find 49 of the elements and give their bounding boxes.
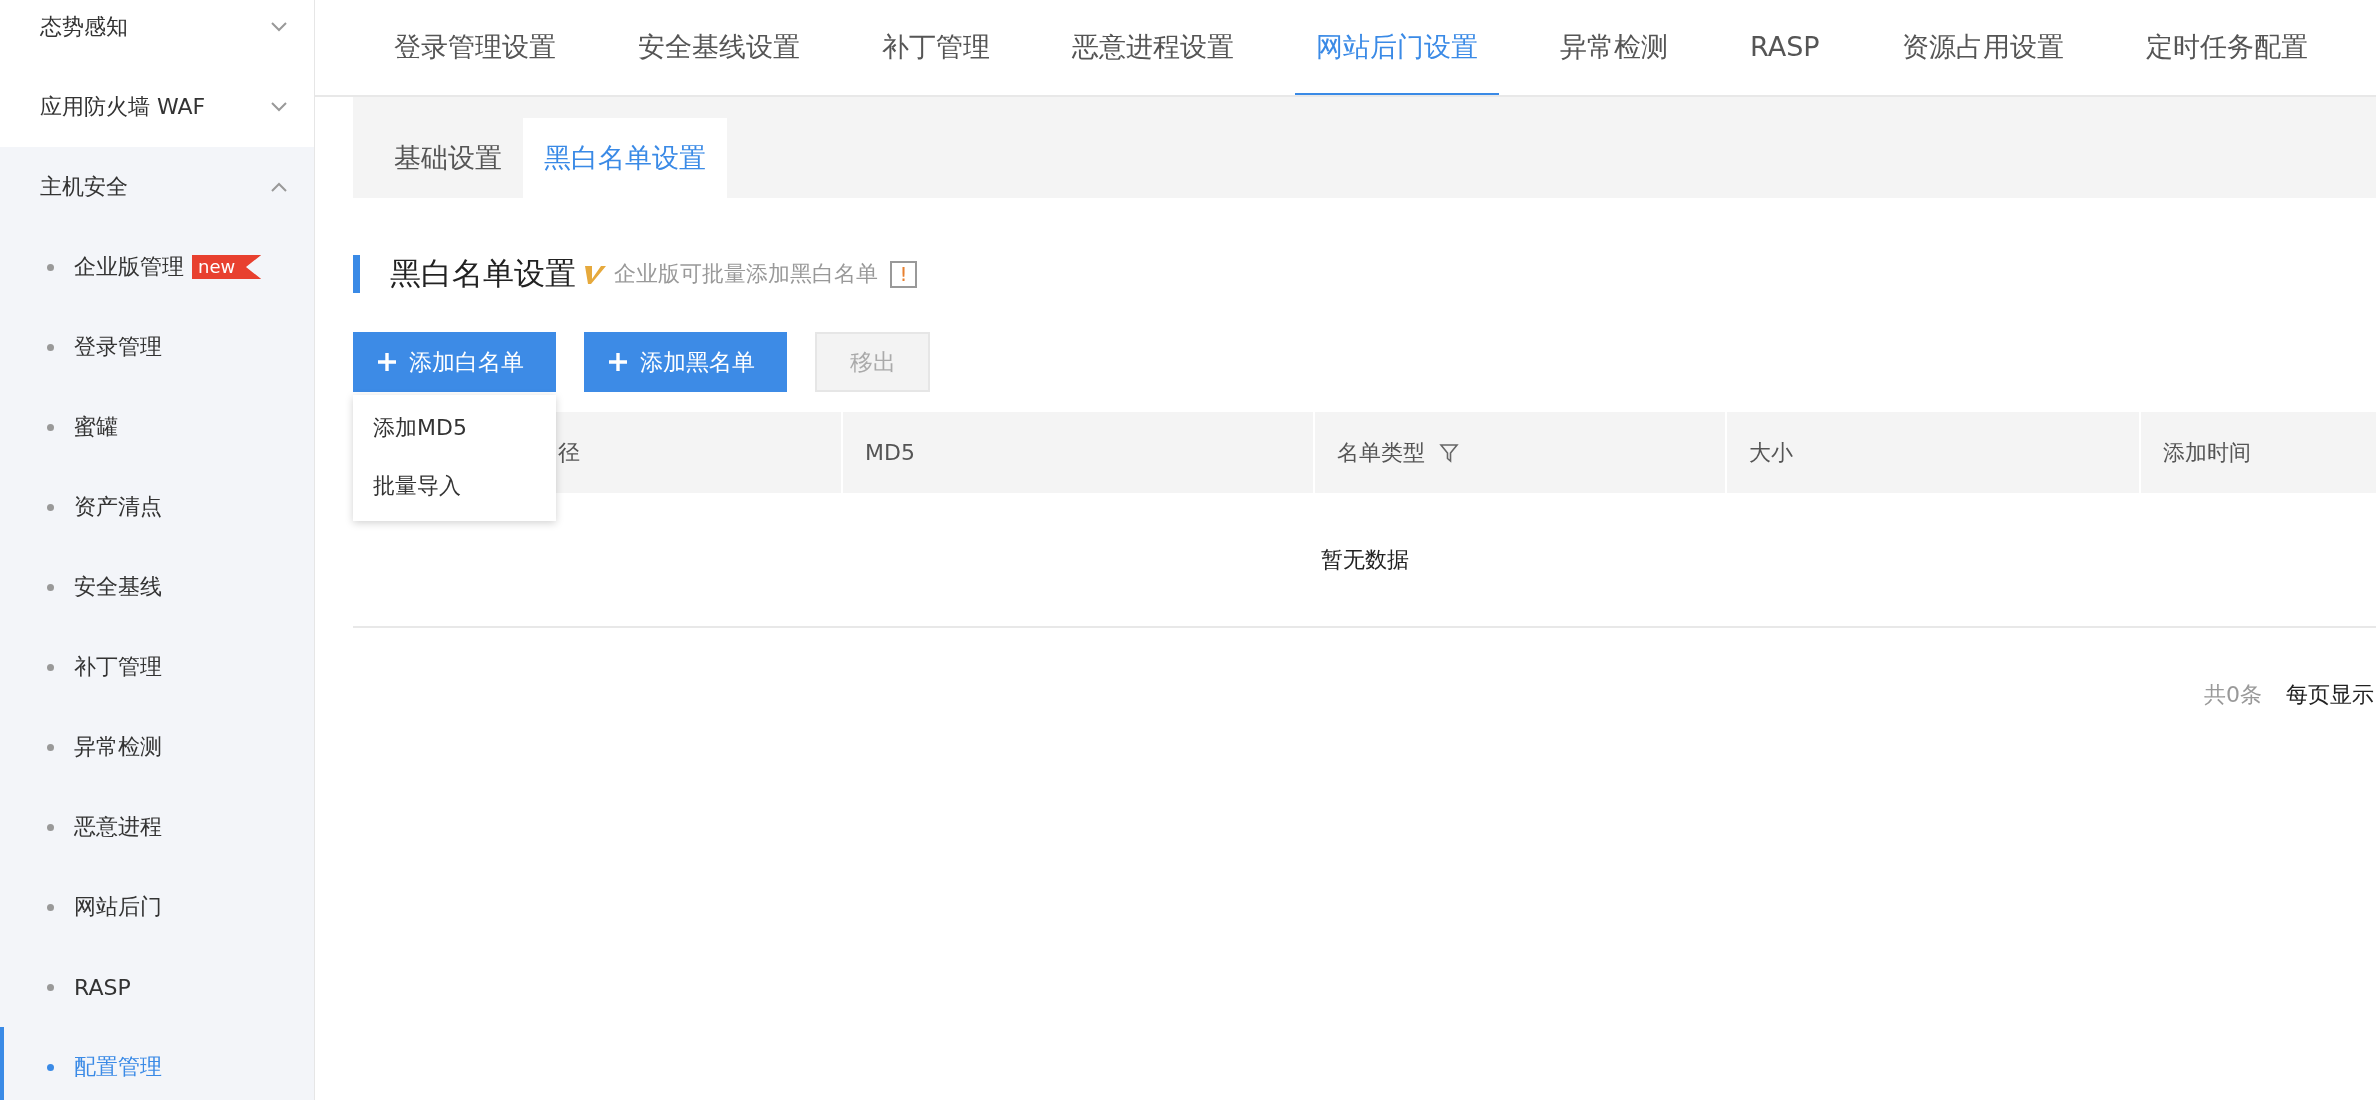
bullet-dot: [47, 1063, 54, 1071]
menu-item[interactable]: 蜜罐: [0, 387, 314, 467]
menu-item[interactable]: 异常检测: [0, 707, 314, 787]
tab[interactable]: 恶意进程设置: [1051, 0, 1255, 95]
column-header: 名单类型: [1315, 412, 1727, 493]
filter-icon[interactable]: [1439, 442, 1459, 463]
plus-icon: [377, 352, 397, 372]
bullet-dot: [47, 663, 54, 671]
bullet-dot: [47, 423, 54, 431]
column-header: 添加时间: [2162, 438, 2252, 467]
column-header: 大小: [1727, 412, 2141, 493]
tab[interactable]: 补丁管理: [861, 0, 1011, 95]
menu-item[interactable]: 企业版管理 new: [0, 227, 314, 307]
new-badge: new: [192, 255, 262, 279]
section-note: 企业版可批量添加黑白名单: [614, 260, 878, 288]
bullet-dot: [47, 743, 54, 751]
total-count: 共0条: [2204, 681, 2262, 709]
bullet-dot: [47, 343, 54, 351]
column-header: MD5: [843, 412, 1315, 493]
menu-item[interactable]: 恶意进程: [0, 787, 314, 867]
bullet-dot: [47, 583, 54, 591]
menu-item[interactable]: 补丁管理: [0, 627, 314, 707]
menu-item[interactable]: 登录管理: [0, 307, 314, 387]
chevron-down-icon: [270, 101, 288, 113]
menu-item[interactable]: RASP: [0, 947, 314, 1027]
plus-icon: [608, 352, 628, 372]
tab[interactable]: 资源占用设置: [1880, 0, 2085, 95]
accent-bar: [353, 255, 360, 293]
bullet-dot: [47, 503, 54, 511]
bullet-dot: [47, 983, 54, 991]
tab[interactable]: 安全基线设置: [617, 0, 821, 95]
warning-mark: !: [890, 260, 917, 288]
menu-item[interactable]: 网站后门: [0, 867, 314, 947]
chevron-down-icon: [270, 21, 288, 33]
menu-item[interactable]: 资产清点: [0, 467, 314, 547]
tab[interactable]: 基础设置: [373, 118, 523, 198]
empty-text: 暂无数据: [1320, 545, 1409, 574]
chevron-up-icon: [270, 181, 288, 193]
tab[interactable]: 登录管理设置: [373, 0, 577, 95]
tab[interactable]: 黑白名单设置: [523, 118, 727, 198]
tab[interactable]: 定时任务配置: [2124, 0, 2329, 95]
bullet-dot: [47, 263, 54, 271]
tab[interactable]: RASP: [1729, 0, 1841, 95]
tab[interactable]: 异常检测: [1539, 0, 1689, 95]
section-title: 黑白名单设置: [390, 254, 576, 293]
bullet-dot: [47, 903, 54, 911]
page-size-label: 每页显示: [2286, 681, 2374, 709]
bullet-dot: [47, 823, 54, 831]
menu-item[interactable]: 安全基线: [0, 547, 314, 627]
